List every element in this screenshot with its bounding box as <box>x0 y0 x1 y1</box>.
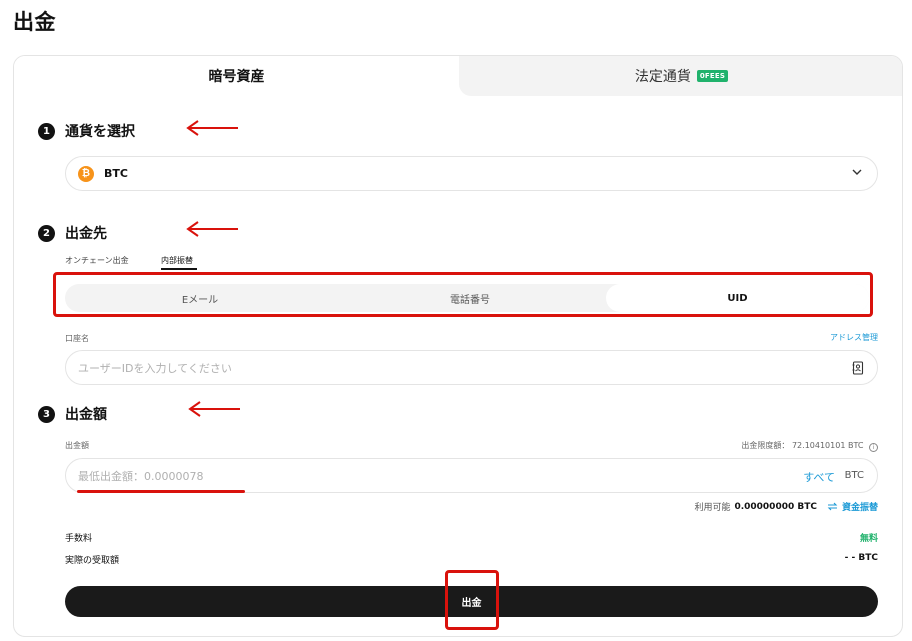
address-book-link[interactable]: アドレス管理 <box>830 332 878 343</box>
withdraw-card: 暗号資産 法定通貨 0FEES <box>13 55 903 637</box>
annotation-underline <box>77 490 245 493</box>
step-destination: 2 出金先 <box>38 223 107 243</box>
annotation-arrow-icon <box>186 221 238 237</box>
available-balance: 利用可能 0.00000000 BTC 資金振替 <box>694 500 878 514</box>
uid-placeholder: ユーザーIDを入力してください <box>78 361 232 375</box>
annotation-arrow-icon <box>186 120 238 136</box>
contact-book-icon[interactable] <box>852 361 864 375</box>
subtab-onchain[interactable]: オンチェーン出金 <box>65 255 129 266</box>
step-number: 2 <box>38 224 55 242</box>
info-icon[interactable]: i <box>869 443 878 452</box>
received-amount-value: - - BTC <box>844 553 878 563</box>
annotation-arrow-icon <box>188 401 240 417</box>
withdraw-limit-label: 出金限度額： <box>741 441 790 450</box>
withdraw-limit: 出金限度額： 72.10410101 BTC i <box>741 440 878 452</box>
currency-select[interactable]: ₿ BTC <box>65 156 878 191</box>
subtab-internal-transfer[interactable]: 内部振替 <box>161 255 193 266</box>
amount-input[interactable]: 最低出金額：0.0000078 すべて BTC <box>65 458 878 493</box>
amount-label: 出金額 <box>65 441 89 450</box>
step-label: 出金額 <box>65 407 107 423</box>
tab-fiat[interactable]: 法定通貨 0FEES <box>459 56 902 96</box>
max-amount-button[interactable]: すべて <box>803 469 835 485</box>
selected-currency: BTC <box>104 167 128 180</box>
received-amount-label: 実際の受取額 <box>65 556 120 566</box>
amount-placeholder: 最低出金額：0.0000078 <box>78 469 204 483</box>
tab-crypto[interactable]: 暗号資産 <box>14 56 459 96</box>
available-label: 利用可能 <box>694 503 731 513</box>
fund-transfer-label: 資金振替 <box>841 503 878 513</box>
step-label: 出金先 <box>65 226 107 242</box>
fee-label: 手数料 <box>65 534 93 544</box>
step-label: 通貨を選択 <box>65 124 135 140</box>
uid-input[interactable]: ユーザーIDを入力してください <box>65 350 878 385</box>
chevron-down-icon <box>852 169 862 175</box>
account-name-label: 口座名 <box>65 334 89 343</box>
fund-transfer-link[interactable]: 資金振替 <box>827 500 878 513</box>
annotation-highlight <box>53 272 873 317</box>
step-number: 3 <box>38 405 55 423</box>
zero-fees-badge: 0FEES <box>696 70 729 82</box>
swap-icon <box>827 502 838 511</box>
page-title: 出金 <box>13 10 56 34</box>
tab-crypto-label: 暗号資産 <box>208 69 265 85</box>
tab-fiat-label: 法定通貨 <box>634 69 691 85</box>
available-value: 0.00000000 BTC <box>734 501 817 512</box>
amount-unit: BTC <box>844 470 864 481</box>
step-select-currency: 1 通貨を選択 <box>38 121 135 141</box>
tab-bar: 暗号資産 法定通貨 0FEES <box>14 56 902 96</box>
fee-value: 無料 <box>859 534 878 544</box>
bitcoin-icon: ₿ <box>78 165 94 182</box>
annotation-highlight <box>445 570 499 630</box>
active-subtab-indicator <box>161 268 197 270</box>
step-number: 1 <box>38 122 55 140</box>
withdraw-limit-value: 72.10410101 BTC <box>791 441 864 450</box>
step-amount: 3 出金額 <box>38 404 107 424</box>
